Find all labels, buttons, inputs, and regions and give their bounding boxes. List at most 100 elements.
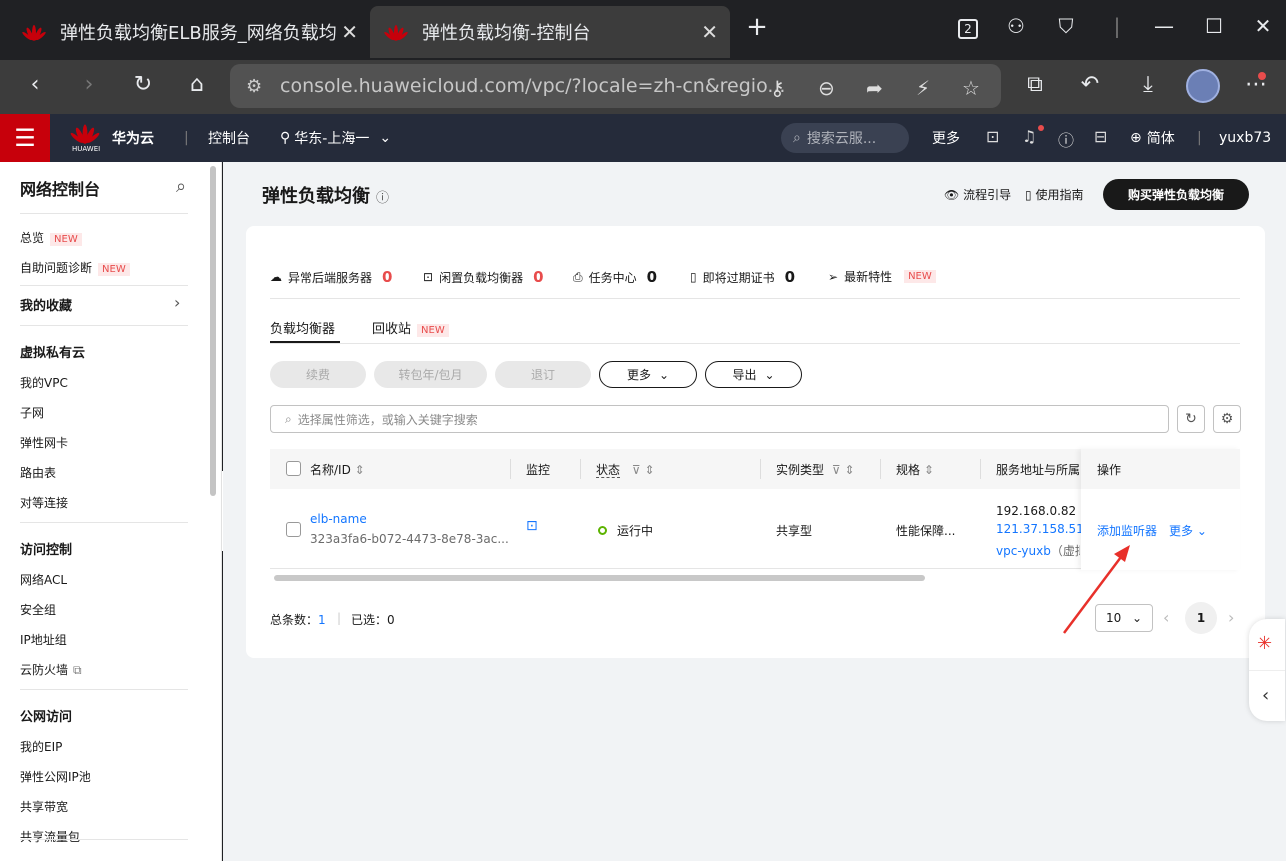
reload-icon[interactable]: ↻ <box>128 72 158 97</box>
close-tab-icon[interactable]: ✕ <box>701 20 718 44</box>
next-page-icon[interactable]: › <box>1228 608 1234 627</box>
sidebar-item-eip-pool[interactable]: 弹性公网IP池 <box>20 768 91 785</box>
extensions-shirt-icon[interactable]: ⛉ <box>1051 14 1081 38</box>
sidebar-item-firewall[interactable]: 云防火墙 ⧉ <box>20 661 82 678</box>
download-icon[interactable]: ⤓ <box>1133 72 1163 97</box>
minimize-icon[interactable]: — <box>1149 14 1179 38</box>
favorite-star-icon[interactable]: ☆ <box>962 76 980 100</box>
sidebar-scrollbar[interactable] <box>210 166 216 496</box>
col-spec[interactable]: 规格 ⇕ <box>896 461 934 478</box>
elb-name-link[interactable]: elb-name <box>310 512 367 526</box>
more-options-icon[interactable]: ⋯ <box>1241 72 1271 97</box>
renew-button[interactable]: 续费 <box>270 361 366 388</box>
stat-abnormal-servers[interactable]: ☁ 异常后端服务器 0 <box>270 268 392 286</box>
username[interactable]: yuxb73 <box>1219 114 1271 162</box>
search-icon[interactable]: ⌕ <box>176 176 186 197</box>
close-window-icon[interactable]: ✕ <box>1248 14 1278 38</box>
unsubscribe-button[interactable]: 退订 <box>495 361 591 388</box>
feedback-icon[interactable]: ⊟ <box>1094 127 1107 146</box>
stat-value: 0 <box>646 268 658 286</box>
export-button[interactable]: 导出 ⌄ <box>705 361 802 388</box>
terminal-icon[interactable]: ⊡ <box>986 127 999 146</box>
close-tab-icon[interactable]: ✕ <box>341 20 358 44</box>
sidebar-item-diagnosis[interactable]: 自助问题诊断 NEW <box>20 259 130 276</box>
sidebar-item-bandwidth[interactable]: 共享带宽 <box>20 798 68 815</box>
language-selector[interactable]: ⊕ 简体 <box>1130 114 1175 162</box>
sidebar-item-subnet[interactable]: 子网 <box>20 404 44 421</box>
lightning-icon[interactable]: ⚡ <box>916 76 930 100</box>
col-status[interactable]: 状态 ⊽ ⇕ <box>596 461 655 478</box>
chevron-right-icon[interactable]: › <box>174 293 180 312</box>
stat-expiring-certs[interactable]: ▯ 即将过期证书 0 <box>690 268 795 286</box>
user-guide-link[interactable]: ▯ 使用指南 <box>1025 186 1083 203</box>
forward-icon[interactable]: › <box>74 72 104 97</box>
assistant-icon[interactable]: ✳ <box>1257 633 1272 654</box>
sidebar-item-eip[interactable]: 我的EIP <box>20 738 62 755</box>
sidebar-item-acl[interactable]: 网络ACL <box>20 571 67 588</box>
chevron-down-icon: ⌄ <box>764 367 775 382</box>
stat-new-features[interactable]: ➢ 最新特性 NEW <box>828 268 936 285</box>
maximize-icon[interactable]: ☐ <box>1199 14 1229 38</box>
home-icon[interactable]: ⌂ <box>182 72 212 97</box>
col-name-id[interactable]: 名称/ID ⇕ <box>310 461 365 478</box>
zoom-out-icon[interactable]: ⊖ <box>818 76 835 100</box>
sidebar-item-eni[interactable]: 弹性网卡 <box>20 434 68 451</box>
col-instance-type[interactable]: 实例类型 ⊽ ⇕ <box>776 461 855 478</box>
site-info-icon[interactable]: ⚙ <box>246 76 262 97</box>
sidebar-item-route-table[interactable]: 路由表 <box>20 464 56 481</box>
prev-page-icon[interactable]: ‹ <box>1163 608 1169 627</box>
horizontal-scrollbar[interactable] <box>274 575 925 581</box>
chevron-left-icon[interactable]: ‹ <box>1262 685 1269 706</box>
url-field[interactable]: ⚙ console.huaweicloud.com/vpc/?locale=zh… <box>230 64 1001 108</box>
sidebar-item-ip-group[interactable]: IP地址组 <box>20 631 67 648</box>
refresh-button[interactable]: ↻ <box>1177 405 1205 433</box>
flow-guide-link[interactable]: 👁 流程引导 <box>944 186 1011 203</box>
add-listener-link[interactable]: 添加监听器 <box>1097 522 1157 539</box>
vpc-link[interactable]: vpc-yuxb <box>996 544 1051 558</box>
stat-idle-lb[interactable]: ⊡ 闲置负载均衡器 0 <box>423 268 544 286</box>
monitor-icon[interactable]: ⊡ <box>526 518 538 534</box>
sidebar-item-overview[interactable]: 总览 NEW <box>20 229 82 246</box>
sidebar-item-peering[interactable]: 对等连接 <box>20 494 68 511</box>
brand-name[interactable]: 华为云 <box>112 114 154 162</box>
stat-task-center[interactable]: ⎙ 任务中心 0 <box>573 268 657 286</box>
more-actions-button[interactable]: 更多 ⌄ <box>599 361 697 388</box>
new-tab-icon[interactable]: + <box>742 12 772 42</box>
filter-icon[interactable]: ⊽ <box>632 463 641 477</box>
tab-load-balancers[interactable]: 负载均衡器 <box>270 318 335 337</box>
console-link[interactable]: 控制台 <box>208 114 250 162</box>
row-more-link[interactable]: 更多 ⌄ <box>1169 522 1207 539</box>
tab-elb-console[interactable]: 弹性负载均衡-控制台 ✕ <box>370 6 730 58</box>
buy-elb-button[interactable]: 购买弹性负载均衡 <box>1103 179 1249 210</box>
service-search[interactable]: ⌕ 搜索云服... <box>781 123 909 153</box>
tab-elb-service[interactable]: 弹性负载均衡ELB服务_网络负载均 ✕ <box>8 6 370 58</box>
current-page[interactable]: 1 <box>1185 602 1217 634</box>
select-all-checkbox[interactable] <box>286 461 301 476</box>
copilot-icon[interactable]: ⚇ <box>1001 14 1031 38</box>
tab-count-icon[interactable]: 2 <box>953 14 983 39</box>
history-icon[interactable]: ↶ <box>1075 72 1105 97</box>
back-icon[interactable]: ‹ <box>20 72 50 97</box>
globe-icon: ⊕ <box>1130 130 1142 146</box>
public-ip-link[interactable]: 121.37.158.51 <box>996 522 1084 536</box>
key-icon[interactable]: ⚷ <box>770 76 785 100</box>
filter-search-input[interactable]: ⌕ 选择属性筛选，或输入关键字搜索 <box>270 405 1169 433</box>
help-icon[interactable]: ⓘ <box>1058 127 1074 151</box>
extensions-icon[interactable]: ⧉ <box>1020 72 1050 97</box>
share-icon[interactable]: ➦ <box>866 76 883 100</box>
settings-button[interactable]: ⚙ <box>1213 405 1241 433</box>
menu-button[interactable]: ☰ <box>0 114 50 162</box>
more-link[interactable]: 更多 <box>932 114 960 162</box>
sidebar-item-my-vpc[interactable]: 我的VPC <box>20 374 68 391</box>
help-icon[interactable]: ⓘ <box>376 191 389 206</box>
sidebar-item-security-group[interactable]: 安全组 <box>20 601 56 618</box>
region-selector[interactable]: ⚲ 华东-上海一 ⌄ <box>280 114 391 162</box>
bell-icon[interactable]: ♫ <box>1022 127 1036 146</box>
tab-recycle-bin[interactable]: 回收站 NEW <box>372 318 449 337</box>
row-checkbox[interactable] <box>286 522 301 537</box>
sidebar-favorites[interactable]: 我的收藏 <box>20 295 72 314</box>
to-yearly-button[interactable]: 转包年/包月 <box>374 361 487 388</box>
sidebar-item-data-package[interactable]: 共享流量包 <box>20 828 80 845</box>
avatar[interactable] <box>1186 69 1220 103</box>
filter-icon[interactable]: ⊽ <box>832 463 841 477</box>
